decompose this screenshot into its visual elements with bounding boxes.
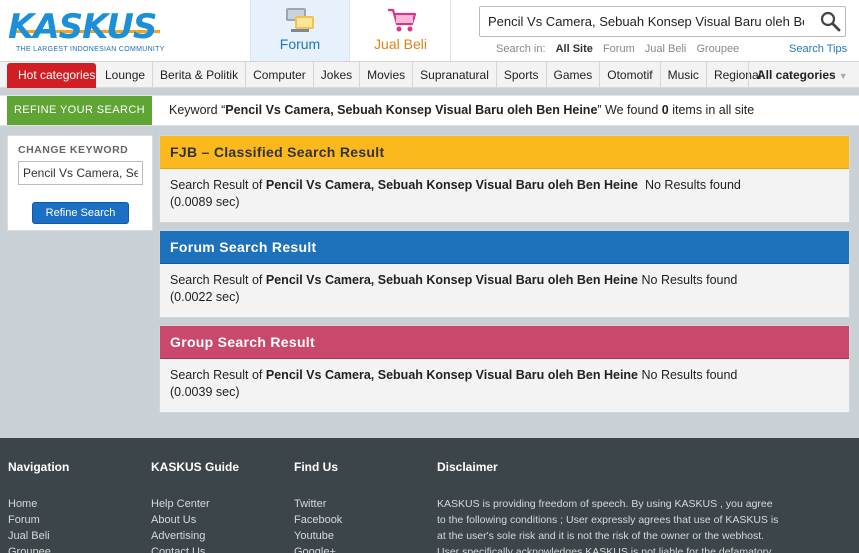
category-jokes[interactable]: Jokes: [312, 62, 359, 88]
scope-forum[interactable]: Forum: [603, 43, 635, 55]
footer-guide: KASKUS Guide Help Center About Us Advert…: [151, 460, 239, 553]
fjb-result-panel: FJB – Classified Search Result Search Re…: [159, 135, 850, 223]
footer-find-us: Find Us Twitter Facebook Youtube Google+: [294, 460, 342, 553]
category-supranatural[interactable]: Supranatural: [412, 62, 496, 88]
chevron-down-icon: ▼: [838, 71, 848, 81]
footer-link-groupee[interactable]: Groupee: [8, 544, 69, 553]
footer-link-about-us[interactable]: About Us: [151, 512, 239, 528]
group-result-time: (0.0039 sec): [170, 385, 240, 399]
forum-result-panel: Forum Search Result Search Result of Pen…: [159, 230, 850, 318]
footer-disclaimer: Disclaimer KASKUS is providing freedom o…: [437, 460, 782, 553]
keyword-summary: Keyword “Pencil Vs Camera, Sebuah Konsep…: [169, 96, 754, 125]
fjb-result-title: FJB – Classified Search Result: [160, 136, 849, 169]
scope-jual-beli[interactable]: Jual Beli: [645, 43, 687, 55]
site-header: KASKUS THE LARGEST INDONESIAN COMMUNITY …: [0, 0, 859, 62]
header-search-box: [479, 6, 846, 37]
category-sports[interactable]: Sports: [495, 62, 546, 88]
category-movies[interactable]: Movies: [359, 62, 412, 88]
search-in-label: Search in:: [496, 43, 546, 55]
change-keyword-label: CHANGE KEYWORD: [18, 144, 129, 156]
all-categories-dropdown[interactable]: All categories ▼: [748, 62, 859, 88]
keyword-prefix: Keyword “: [169, 103, 226, 117]
search-icon[interactable]: [819, 10, 841, 32]
site-footer: Navigation Home Forum Jual Beli Groupee …: [0, 438, 859, 553]
forum-result-prefix: Search Result of: [170, 273, 266, 287]
tab-forum[interactable]: Forum: [250, 0, 350, 61]
forum-result-status: No Results found: [638, 273, 738, 287]
footer-link-help-center[interactable]: Help Center: [151, 496, 239, 512]
group-result-title: Group Search Result: [160, 326, 849, 359]
fjb-result-prefix: Search Result of: [170, 178, 266, 192]
forum-result-title: Forum Search Result: [160, 231, 849, 264]
fjb-result-body: Search Result of Pencil Vs Camera, Sebua…: [160, 169, 849, 211]
kaskus-logo[interactable]: KASKUS THE LARGEST INDONESIAN COMMUNITY: [8, 8, 178, 54]
fjb-result-query: Pencil Vs Camera, Sebuah Konsep Visual B…: [265, 178, 639, 192]
fjb-result-time: (0.0089 sec): [170, 195, 240, 209]
footer-navigation-title: Navigation: [8, 460, 70, 474]
footer-navigation: Navigation Home Forum Jual Beli Groupee: [8, 460, 69, 553]
keyword-input[interactable]: [18, 161, 143, 185]
shopping-cart-icon: [387, 8, 416, 32]
count-suffix: items in all site: [668, 103, 755, 117]
category-computer[interactable]: Computer: [245, 62, 313, 88]
keyword-value: Pencil Vs Camera, Sebuah Konsep Visual B…: [225, 103, 598, 117]
category-lounge[interactable]: Lounge: [98, 62, 152, 88]
scope-groupee[interactable]: Groupee: [696, 43, 739, 55]
category-bar: Hot categories Lounge Berita & Politik C…: [0, 62, 859, 88]
footer-link-home[interactable]: Home: [8, 496, 69, 512]
header-search-input[interactable]: [480, 7, 812, 36]
refine-search-button[interactable]: Refine Search: [32, 202, 129, 224]
category-berita-politik[interactable]: Berita & Politik: [152, 62, 245, 88]
footer-disclaimer-text: KASKUS is providing freedom of speech. B…: [437, 498, 779, 553]
scope-all-site[interactable]: All Site: [556, 43, 593, 55]
footer-link-facebook[interactable]: Facebook: [294, 512, 342, 528]
forum-result-body: Search Result of Pencil Vs Camera, Sebua…: [160, 264, 849, 306]
forum-result-query: Pencil Vs Camera, Sebuah Konsep Visual B…: [265, 273, 639, 287]
hot-categories-tab[interactable]: Hot categories: [7, 63, 96, 88]
change-keyword-panel: CHANGE KEYWORD Refine Search: [7, 135, 153, 231]
forum-result-time: (0.0022 sec): [170, 290, 240, 304]
footer-link-contact-us[interactable]: Contact Us: [151, 544, 239, 553]
footer-link-jual-beli[interactable]: Jual Beli: [8, 528, 69, 544]
tab-jual-beli-label: Jual Beli: [374, 36, 427, 52]
refine-search-label: REFINE YOUR SEARCH: [7, 96, 152, 125]
search-scope-bar: Search in: All Site Forum Jual Beli Grou…: [496, 43, 746, 55]
footer-find-us-title: Find Us: [294, 460, 338, 474]
footer-link-advertising[interactable]: Advertising: [151, 528, 239, 544]
fjb-result-status: No Results found: [638, 178, 741, 192]
category-otomotif[interactable]: Otomotif: [599, 62, 659, 88]
group-result-query: Pencil Vs Camera, Sebuah Konsep Visual B…: [265, 368, 639, 382]
footer-link-forum[interactable]: Forum: [8, 512, 69, 528]
tab-forum-label: Forum: [279, 36, 321, 52]
group-result-status: No Results found: [638, 368, 738, 382]
all-categories-label: All categories: [757, 68, 836, 82]
search-tips-link[interactable]: Search Tips: [789, 43, 847, 55]
group-result-panel: Group Search Result Search Result of Pen…: [159, 325, 850, 413]
result-count: 0: [661, 103, 669, 117]
footer-link-google-plus[interactable]: Google+: [294, 544, 342, 553]
group-result-prefix: Search Result of: [170, 368, 266, 382]
footer-link-youtube[interactable]: Youtube: [294, 528, 342, 544]
forum-icon: [286, 8, 314, 32]
tab-jual-beli[interactable]: Jual Beli: [351, 0, 451, 61]
refine-bar: REFINE YOUR SEARCH Keyword “Pencil Vs Ca…: [0, 95, 859, 126]
logo-text: KASKUS: [8, 7, 157, 47]
keyword-suffix: ” We found: [597, 103, 662, 117]
category-music[interactable]: Music: [659, 62, 706, 88]
footer-link-twitter[interactable]: Twitter: [294, 496, 342, 512]
logo-tagline: THE LARGEST INDONESIAN COMMUNITY: [16, 46, 165, 53]
category-games[interactable]: Games: [545, 62, 600, 88]
footer-disclaimer-title: Disclaimer: [437, 460, 498, 474]
category-list: Lounge Berita & Politik Computer Jokes M…: [98, 62, 768, 88]
footer-guide-title: KASKUS Guide: [151, 460, 240, 474]
group-result-body: Search Result of Pencil Vs Camera, Sebua…: [160, 359, 849, 401]
